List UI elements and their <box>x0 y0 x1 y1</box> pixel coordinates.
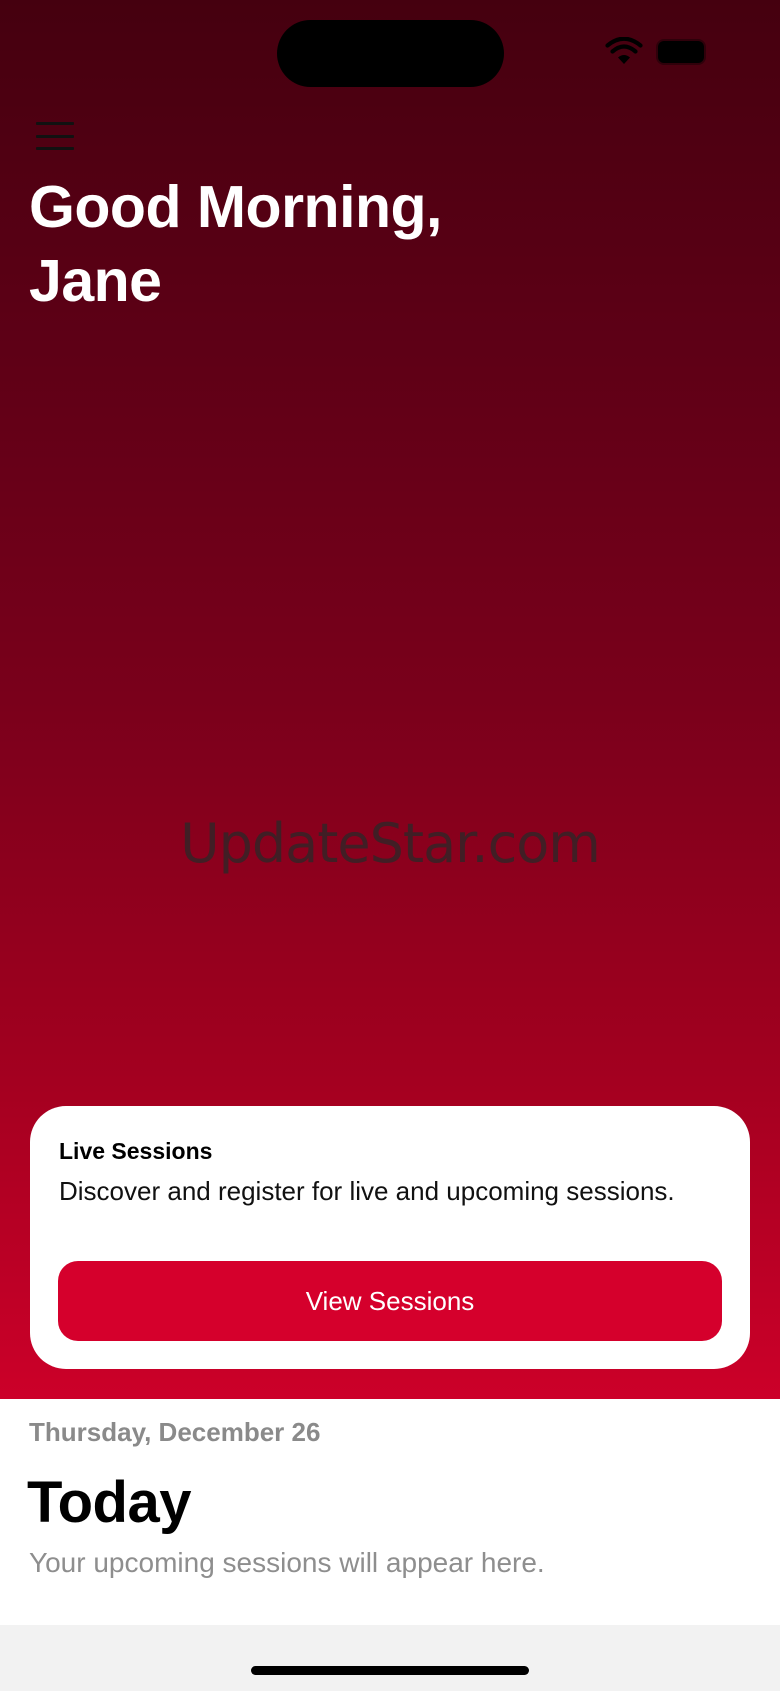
greeting-title: Good Morning, Jane <box>29 170 442 318</box>
view-sessions-button[interactable]: View Sessions <box>58 1261 722 1341</box>
home-indicator[interactable] <box>251 1666 529 1675</box>
today-empty-message: Your upcoming sessions will appear here. <box>29 1547 545 1578</box>
card-title: Live Sessions <box>59 1138 213 1164</box>
battery-icon <box>658 41 704 63</box>
greeting-line-2: Jane <box>29 248 162 314</box>
date-label: Thursday, December 26 <box>29 1417 321 1447</box>
hero-background: Good Morning, Jane UpdateStar.com Live S… <box>0 0 780 1399</box>
hamburger-menu-icon[interactable] <box>30 116 80 156</box>
greeting-line-1: Good Morning, <box>29 174 442 240</box>
live-sessions-card: Live Sessions Discover and register for … <box>30 1106 750 1369</box>
watermark-text: UpdateStar.com <box>180 812 601 875</box>
wifi-icon <box>605 37 643 64</box>
card-description: Discover and register for live and upcom… <box>59 1176 675 1206</box>
dynamic-island <box>277 20 504 87</box>
today-section: Thursday, December 26 Today Your upcomin… <box>0 1399 780 1625</box>
today-title: Today <box>27 1470 192 1535</box>
